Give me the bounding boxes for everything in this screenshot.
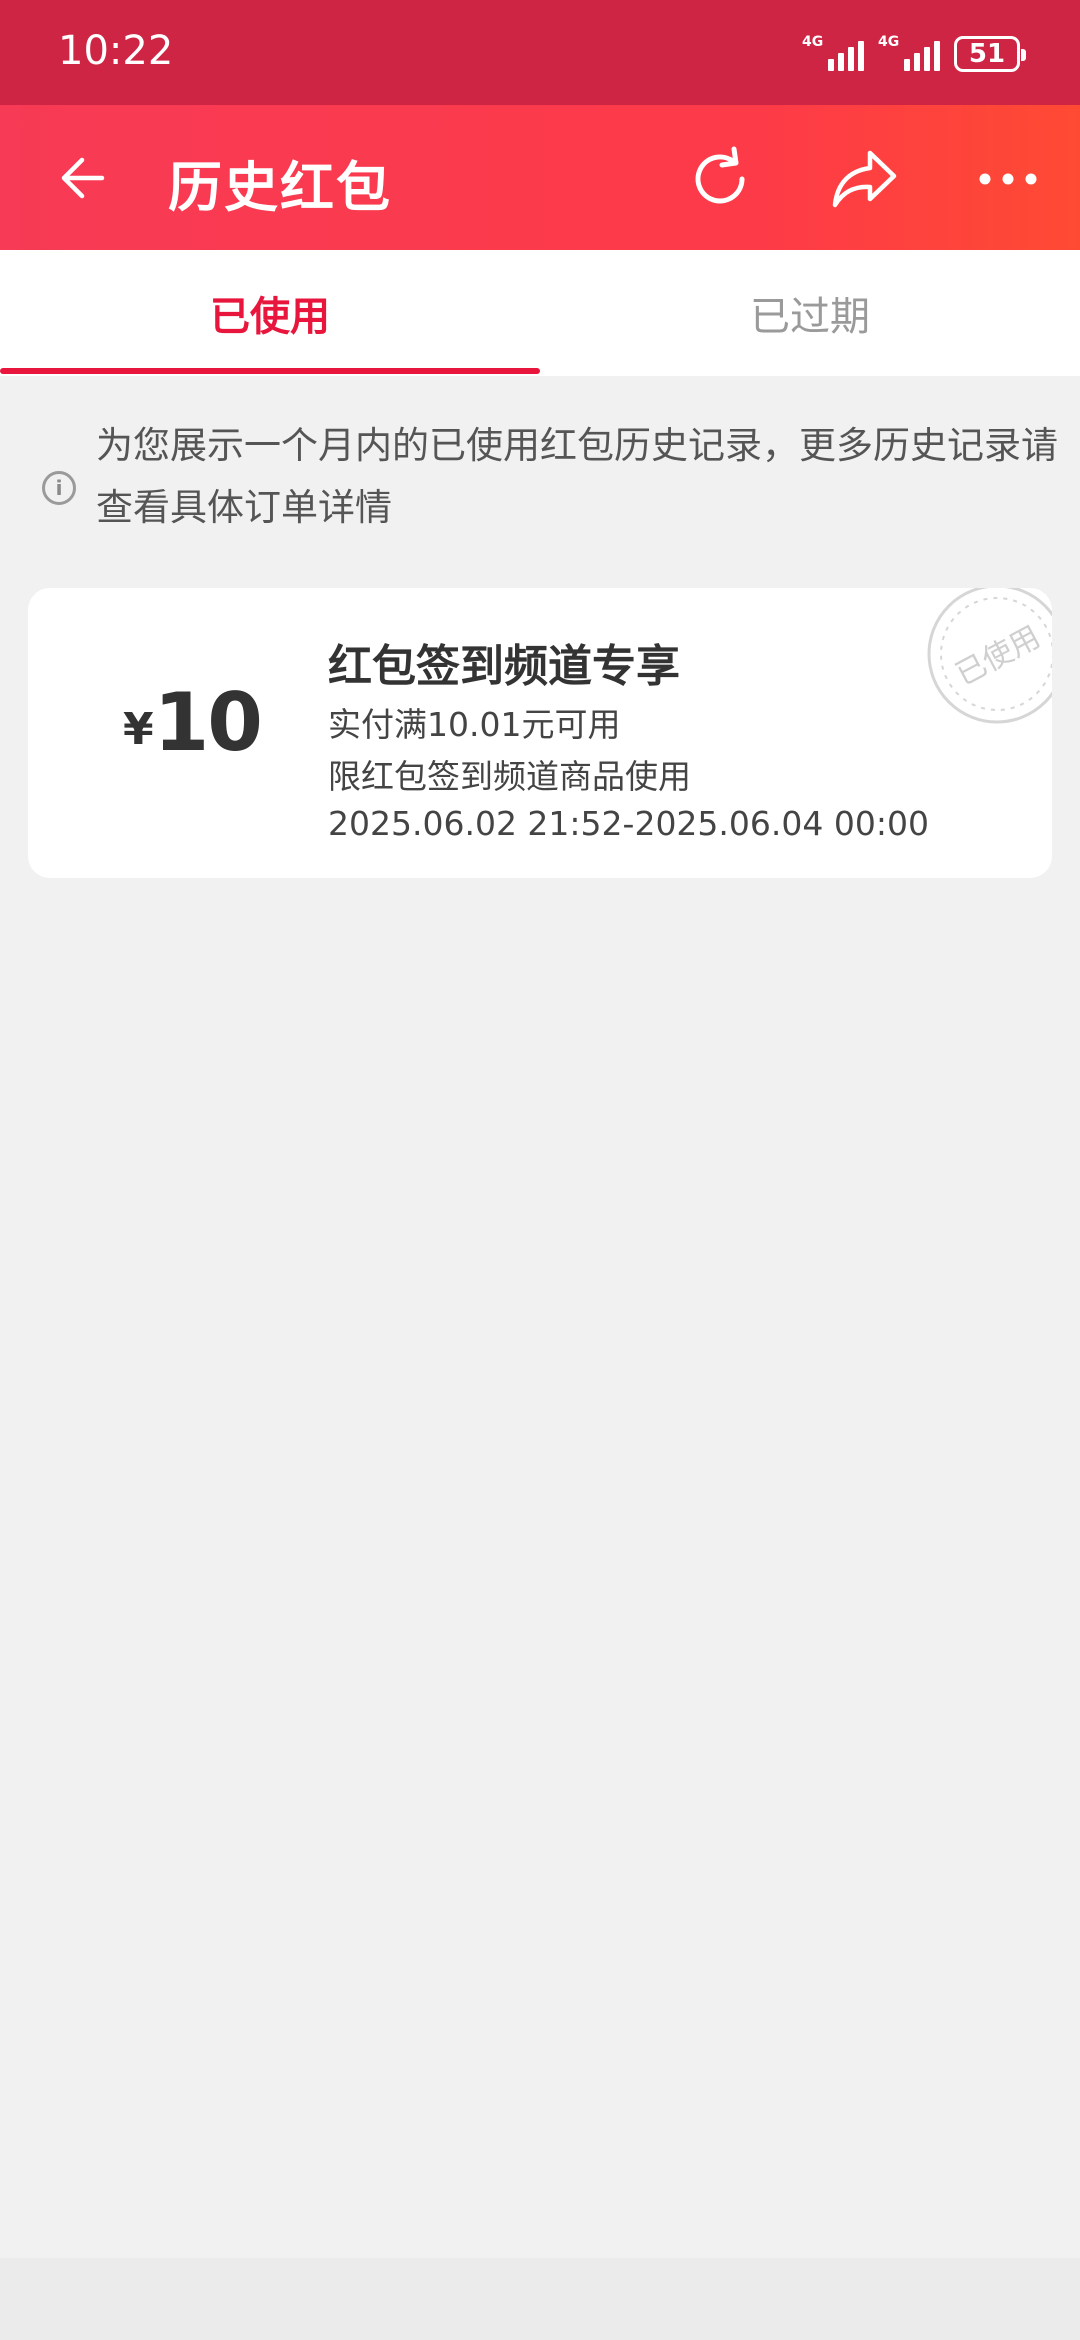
amount-value: 10 bbox=[153, 676, 263, 769]
status-time: 10:22 bbox=[58, 28, 174, 74]
used-stamp-icon: 已使用 bbox=[927, 588, 1052, 724]
status-bar: 10:22 4G 4G 51 bbox=[0, 0, 1080, 105]
back-arrow-icon[interactable] bbox=[52, 145, 118, 211]
app-header: 历史红包 bbox=[0, 105, 1080, 250]
stamp-text: 已使用 bbox=[950, 620, 1046, 693]
coupon-card[interactable]: ¥10 红包签到频道专享 实付满10.01元可用 限红包签到频道商品使用 202… bbox=[28, 588, 1052, 878]
coupon-scope: 限红包签到频道商品使用 bbox=[328, 757, 691, 796]
refresh-icon[interactable] bbox=[682, 141, 758, 217]
battery-level: 51 bbox=[968, 39, 1006, 69]
network-type-label: 4G bbox=[802, 34, 824, 50]
signal-icon: 4G bbox=[878, 34, 940, 71]
coupon-amount: ¥10 bbox=[123, 676, 263, 769]
more-icon[interactable] bbox=[970, 141, 1046, 217]
currency-symbol: ¥ bbox=[123, 704, 154, 755]
tab-bar: 已使用 已过期 bbox=[0, 250, 1080, 376]
tab-expired[interactable]: 已过期 bbox=[540, 250, 1080, 376]
page-title: 历史红包 bbox=[168, 156, 392, 219]
active-tab-indicator bbox=[0, 368, 540, 374]
tab-used[interactable]: 已使用 bbox=[0, 250, 540, 376]
coupon-validity: 2025.06.02 21:52-2025.06.04 00:00 bbox=[328, 804, 929, 843]
notice-text: 为您展示一个月内的已使用红包历史记录，更多历史记录请查看具体订单详情 bbox=[96, 424, 1058, 529]
status-icons: 4G 4G 51 bbox=[802, 32, 1026, 76]
share-icon[interactable] bbox=[826, 141, 902, 217]
battery-icon: 51 bbox=[954, 36, 1026, 72]
coupon-condition: 实付满10.01元可用 bbox=[328, 705, 621, 744]
coupon-title: 红包签到频道专享 bbox=[328, 641, 680, 692]
network-type-label: 4G bbox=[878, 34, 900, 50]
bottom-bar bbox=[0, 2258, 1080, 2340]
info-icon: i bbox=[42, 471, 76, 505]
signal-icon: 4G bbox=[802, 34, 864, 71]
notice: i 为您展示一个月内的已使用红包历史记录，更多历史记录请查看具体订单详情 bbox=[40, 415, 1058, 545]
